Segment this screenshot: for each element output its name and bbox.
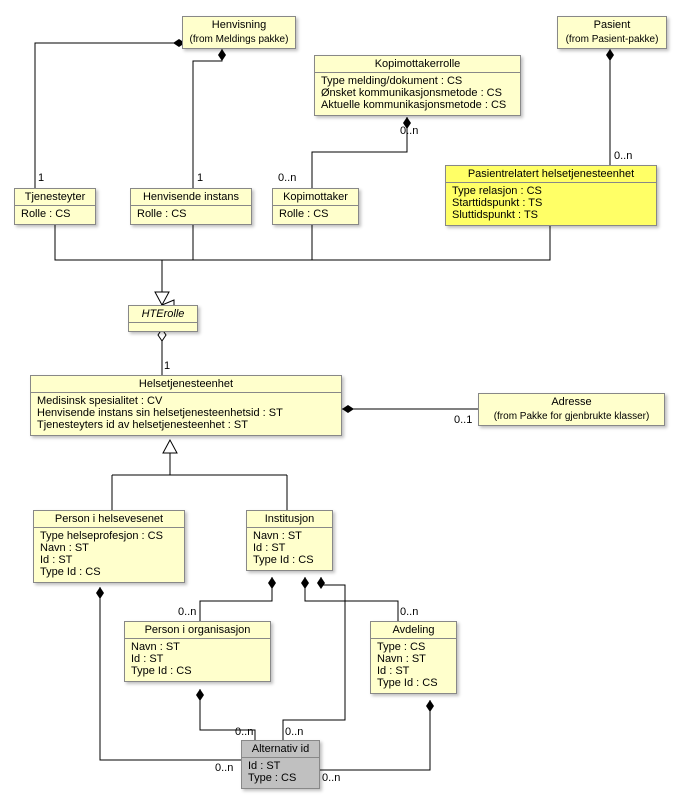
class-attr: Type Id : CS (131, 665, 264, 677)
class-attr: Id : ST (40, 554, 178, 566)
class-attr: Id : ST (131, 653, 264, 665)
class-attr: Navn : ST (377, 653, 450, 665)
mult-label: 0..n (400, 606, 418, 618)
class-person-i-helsevesenet: Person i helsevesenet Type helseprofesjo… (33, 510, 185, 583)
class-attr: Navn : ST (131, 641, 264, 653)
class-title: Pasientrelatert helsetjenesteenhet (446, 166, 656, 183)
class-attrs: Type helseprofesjon : CS Navn : ST Id : … (34, 528, 184, 582)
class-alternativ-id: Alternativ id Id : ST Type : CS (241, 740, 320, 789)
class-attr: Ønsket kommunikasjonsmetode : CS (321, 87, 514, 99)
class-attr: Type : CS (377, 641, 450, 653)
class-attr: Type Id : CS (253, 554, 326, 566)
class-attr: Type Id : CS (40, 566, 178, 578)
class-attrs: Rolle : CS (15, 206, 95, 224)
class-institusjon: Institusjon Navn : ST Id : ST Type Id : … (246, 510, 333, 571)
class-henvisning: Henvisning (from Meldings pakke) (182, 16, 296, 49)
class-attrs: Type relasjon : CS Starttidspunkt : TS S… (446, 183, 656, 225)
class-title: Person i helsevesenet (34, 511, 184, 528)
class-subtitle: (from Meldings pakke) (183, 33, 295, 48)
class-attr: Type relasjon : CS (452, 185, 650, 197)
class-attrs: Rolle : CS (131, 206, 251, 224)
mult-label: 0..n (322, 772, 340, 784)
class-hterolle: HTErolle (128, 305, 198, 332)
class-tjenesteyter: Tjenesteyter Rolle : CS (14, 188, 96, 225)
mult-label: 0..n (178, 606, 196, 618)
class-attr: Navn : ST (253, 530, 326, 542)
class-attr: Navn : ST (40, 542, 178, 554)
class-title: Kopimottakerrolle (315, 56, 520, 73)
class-attrs: Type : CS Navn : ST Id : ST Type Id : CS (371, 639, 456, 693)
class-attr: Henvisende instans sin helsetjenesteenhe… (37, 407, 335, 419)
class-helsetjenesteenhet: Helsetjenesteenhet Medisinsk spesialitet… (30, 375, 342, 436)
class-title: HTErolle (129, 306, 197, 323)
class-attrs: Id : ST Type : CS (242, 758, 319, 788)
mult-label: 1 (38, 172, 44, 184)
class-attr: Aktuelle kommunikasjonsmetode : CS (321, 99, 514, 111)
mult-label: 0..n (235, 726, 253, 738)
class-attr: Type : CS (248, 772, 313, 784)
class-attr: Rolle : CS (279, 208, 352, 220)
mult-label: 0..n (215, 762, 233, 774)
mult-label: 0..n (614, 150, 632, 162)
class-attrs: Rolle : CS (273, 206, 358, 224)
class-attr: Type melding/dokument : CS (321, 75, 514, 87)
mult-label: 0..n (285, 726, 303, 738)
class-title: Avdeling (371, 622, 456, 639)
class-kopimottaker: Kopimottaker Rolle : CS (272, 188, 359, 225)
class-pasientrelatert-helsetjenesteenhet: Pasientrelatert helsetjenesteenhet Type … (445, 165, 657, 226)
class-title: Tjenesteyter (15, 189, 95, 206)
class-attrs: Type melding/dokument : CS Ønsket kommun… (315, 73, 520, 115)
mult-label: 0..1 (454, 414, 472, 426)
class-attr: Id : ST (377, 665, 450, 677)
class-attr: Id : ST (248, 760, 313, 772)
class-attr: Type Id : CS (377, 677, 450, 689)
class-title: Kopimottaker (273, 189, 358, 206)
class-adresse: Adresse (from Pakke for gjenbrukte klass… (478, 393, 665, 426)
class-attrs: Navn : ST Id : ST Type Id : CS (125, 639, 270, 681)
class-attrs: Navn : ST Id : ST Type Id : CS (247, 528, 332, 570)
class-pasient: Pasient (from Pasient-pakke) (557, 16, 667, 49)
class-kopimottakerrolle: Kopimottakerrolle Type melding/dokument … (314, 55, 521, 116)
class-attr: Tjenesteyters id av helsetjenesteenhet :… (37, 419, 335, 431)
class-title: Alternativ id (242, 741, 319, 758)
mult-label: 1 (197, 172, 203, 184)
class-title: Person i organisasjon (125, 622, 270, 639)
class-title: Henvisende instans (131, 189, 251, 206)
class-subtitle: (from Pasient-pakke) (558, 33, 666, 48)
class-attr: Id : ST (253, 542, 326, 554)
mult-label: 0..n (278, 172, 296, 184)
class-attrs: Medisinsk spesialitet : CV Henvisende in… (31, 393, 341, 435)
mult-label: 1 (164, 360, 170, 372)
class-title: Helsetjenesteenhet (31, 376, 341, 393)
class-title: Pasient (558, 17, 666, 33)
class-attr: Rolle : CS (137, 208, 245, 220)
class-person-i-organisasjon: Person i organisasjon Navn : ST Id : ST … (124, 621, 271, 682)
class-attr: Rolle : CS (21, 208, 89, 220)
class-avdeling: Avdeling Type : CS Navn : ST Id : ST Typ… (370, 621, 457, 694)
class-title: Adresse (479, 394, 664, 410)
mult-label: 0..n (400, 125, 418, 137)
class-attr: Medisinsk spesialitet : CV (37, 395, 335, 407)
class-attr: Type helseprofesjon : CS (40, 530, 178, 542)
class-title: Henvisning (183, 17, 295, 33)
class-subtitle: (from Pakke for gjenbrukte klasser) (479, 410, 664, 425)
class-title: Institusjon (247, 511, 332, 528)
class-henvisende-instans: Henvisende instans Rolle : CS (130, 188, 252, 225)
class-attr: Starttidspunkt : TS (452, 197, 650, 209)
class-attr: Sluttidspunkt : TS (452, 209, 650, 221)
